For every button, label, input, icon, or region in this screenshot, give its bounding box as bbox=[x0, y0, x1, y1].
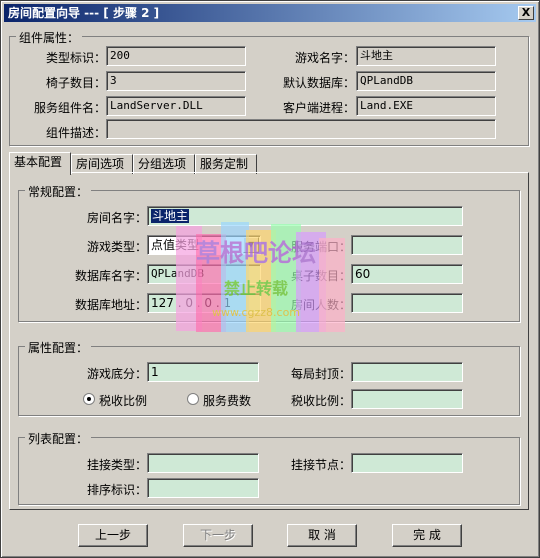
sort-id-label: 排序标识： bbox=[86, 483, 147, 497]
db-addr-label: 数据库地址： bbox=[74, 298, 147, 312]
db-name-label: 数据库名字： bbox=[74, 269, 147, 283]
db-addr-input[interactable]: 127 . 0 . 0 . 1 bbox=[147, 293, 261, 313]
client-process-field: Land.EXE bbox=[356, 96, 496, 116]
close-button[interactable]: X bbox=[518, 6, 534, 20]
tab-basic[interactable]: 基本配置 bbox=[9, 152, 71, 175]
service-name-label: 服务组件名： bbox=[33, 101, 106, 115]
default-db-field: QPLandDB bbox=[356, 71, 496, 91]
base-score-label: 游戏底分： bbox=[86, 367, 147, 381]
tax-ratio-label: 税收比例： bbox=[290, 394, 351, 408]
general-group: 常规配置： 房间名字： 斗地主 游戏类型： 点值类型 ▼ 服务端口： 数据库名字… bbox=[18, 183, 520, 322]
type-id-field: 200 bbox=[106, 46, 246, 66]
next-step-button[interactable]: 下一步 bbox=[183, 524, 253, 547]
db-name-input[interactable]: QPLandDB bbox=[147, 264, 261, 284]
default-db-label: 默认数据库： bbox=[282, 76, 355, 90]
game-name-field: 斗地主 bbox=[356, 46, 496, 66]
tax-ratio-input[interactable] bbox=[351, 389, 463, 409]
tab-room-options[interactable]: 房间选项 bbox=[71, 154, 133, 174]
tab-group-options[interactable]: 分组选项 bbox=[133, 154, 195, 174]
finish-button[interactable]: 完 成 bbox=[392, 524, 462, 547]
client-process-label: 客户端进程： bbox=[282, 101, 355, 115]
service-port-label: 服务端口： bbox=[290, 240, 351, 254]
list-config-group: 列表配置： 挂接类型： 挂接节点： 排序标识： bbox=[18, 430, 520, 505]
cancel-button[interactable]: 取 消 bbox=[287, 524, 357, 547]
room-name-input[interactable]: 斗地主 bbox=[147, 206, 463, 226]
window-title: 房间配置向导 --- [ 步骤 2 ] bbox=[8, 6, 160, 20]
service-fee-radio-label[interactable]: 服务费数 bbox=[203, 392, 251, 409]
table-count-label: 桌子数目： bbox=[290, 269, 351, 283]
chevron-down-icon[interactable]: ▼ bbox=[243, 237, 259, 253]
tab-page-basic: 常规配置： 房间名字： 斗地主 游戏类型： 点值类型 ▼ 服务端口： 数据库名字… bbox=[9, 172, 529, 510]
attributes-group-title: 属性配置： bbox=[25, 339, 92, 356]
list-config-group-title: 列表配置： bbox=[25, 430, 92, 447]
sort-id-input[interactable] bbox=[147, 478, 259, 498]
mount-type-label: 挂接类型： bbox=[86, 458, 147, 472]
mount-node-label: 挂接节点： bbox=[290, 458, 351, 472]
game-type-label: 游戏类型： bbox=[86, 240, 147, 254]
component-group-title: 组件属性： bbox=[16, 29, 83, 46]
mount-node-input[interactable] bbox=[351, 453, 463, 473]
service-name-field: LandServer.DLL bbox=[106, 96, 246, 116]
prev-step-button[interactable]: 上一步 bbox=[78, 524, 148, 547]
room-people-input[interactable] bbox=[351, 293, 463, 313]
game-type-value: 点值类型 bbox=[151, 238, 200, 252]
room-name-value: 斗地主 bbox=[151, 209, 190, 223]
desc-field bbox=[106, 119, 496, 139]
mount-type-input[interactable] bbox=[147, 453, 259, 473]
room-people-label: 房间人数： bbox=[290, 298, 351, 312]
cap-label: 每局封顶： bbox=[290, 367, 351, 381]
tax-ratio-radio[interactable] bbox=[83, 393, 95, 405]
service-fee-radio[interactable] bbox=[187, 393, 199, 405]
chairs-field: 3 bbox=[106, 71, 246, 91]
tax-ratio-radio-label[interactable]: 税收比例 bbox=[99, 392, 147, 409]
type-id-label: 类型标识： bbox=[45, 51, 106, 65]
room-name-label: 房间名字： bbox=[86, 211, 147, 225]
dialog-window: 房间配置向导 --- [ 步骤 2 ] X 组件属性： 类型标识： 200 游戏… bbox=[0, 0, 540, 558]
service-port-input[interactable] bbox=[351, 235, 463, 255]
component-group: 组件属性： 类型标识： 200 游戏名字： 斗地主 椅子数目： 3 默认数据库：… bbox=[9, 29, 529, 146]
table-count-input[interactable]: 60 bbox=[351, 264, 463, 284]
tab-service-custom[interactable]: 服务定制 bbox=[195, 154, 257, 174]
chairs-label: 椅子数目： bbox=[45, 76, 106, 90]
base-score-input[interactable]: 1 bbox=[147, 362, 259, 382]
cap-input[interactable] bbox=[351, 362, 463, 382]
general-group-title: 常规配置： bbox=[25, 183, 92, 200]
game-type-select[interactable]: 点值类型 ▼ bbox=[147, 235, 261, 255]
title-bar: 房间配置向导 --- [ 步骤 2 ] X bbox=[4, 4, 536, 22]
game-name-label: 游戏名字： bbox=[294, 51, 355, 65]
attributes-group: 属性配置： 游戏底分： 1 每局封顶： 税收比例 服务费数 税收比例： bbox=[18, 339, 520, 416]
desc-label: 组件描述： bbox=[45, 126, 106, 140]
